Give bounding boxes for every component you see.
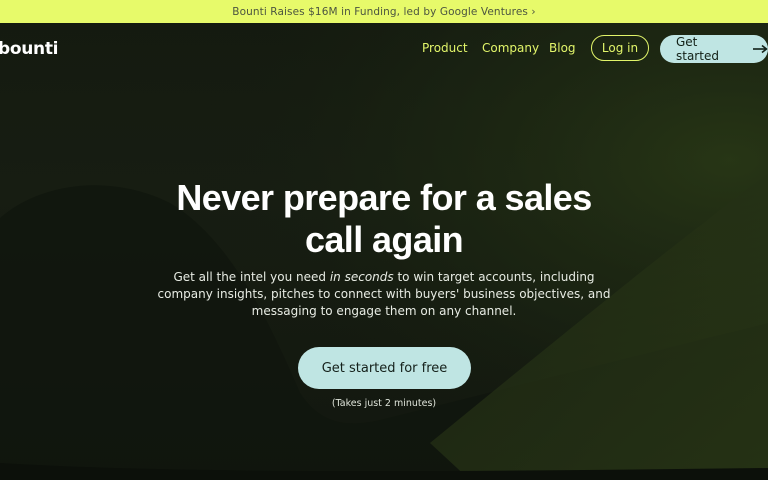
- nav-link-product[interactable]: Product: [422, 41, 468, 55]
- cta-note: (Takes just 2 minutes): [331, 398, 437, 409]
- bounti-logo[interactable]: bounti: [0, 39, 59, 59]
- login-button[interactable]: Log in: [591, 35, 649, 61]
- nav-link-company[interactable]: Company: [482, 41, 539, 55]
- logo-text: bounti: [0, 39, 59, 59]
- hero-subtext-emphasis: in seconds: [329, 270, 394, 284]
- get-started-button[interactable]: Get started: [660, 35, 768, 63]
- announcement-banner[interactable]: Bounti Raises $16M in Funding, led by Go…: [0, 0, 768, 23]
- banner-text[interactable]: Bounti Raises $16M in Funding, led by Go…: [232, 6, 535, 18]
- nav-link-blog[interactable]: Blog: [549, 41, 576, 55]
- cta-button-label: Get started for free: [321, 360, 448, 376]
- hero-headline-line-2: call again: [304, 219, 464, 260]
- hero-headline-line-1: Never prepare for a sales: [176, 177, 592, 218]
- hero-headline: Never prepare for a sales call again: [0, 177, 768, 261]
- login-button-label: Log in: [601, 41, 639, 55]
- arrow-right-icon: [753, 44, 768, 54]
- landing-page: Bounti Raises $16M in Funding, led by Go…: [0, 0, 768, 480]
- hero-subtext-start: Get all the intel you need: [173, 270, 330, 284]
- get-started-button-label: Get started: [676, 35, 719, 63]
- get-started-free-button[interactable]: Get started for free: [298, 347, 471, 389]
- hero-subtext: Get all the intel you need in seconds to…: [150, 269, 618, 320]
- top-nav: bounti Product Company Blog Log in Get s…: [0, 23, 768, 75]
